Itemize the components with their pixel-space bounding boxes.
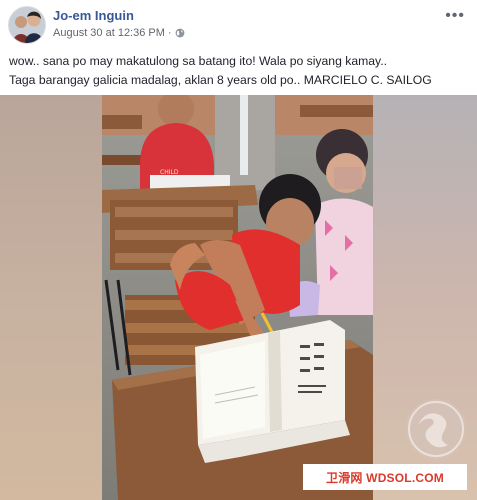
blurred-left-panel [0, 95, 102, 500]
shirt-print-text: CHILD [160, 169, 179, 176]
post-timestamp[interactable]: August 30 at 12:36 PM [53, 27, 165, 39]
watermark-emblem [406, 399, 466, 459]
globe-icon [175, 28, 185, 38]
classroom-photo: CHILD [0, 95, 477, 500]
author-name-link[interactable]: Jo-em Inguin [53, 8, 134, 23]
author-avatar[interactable] [8, 6, 46, 44]
post-photo[interactable]: CHILD [0, 95, 477, 500]
post-text-line: wow.. sana po may makatulong sa batang i… [9, 54, 388, 68]
more-options-button[interactable]: ••• [445, 7, 465, 25]
post-text-line: Taga barangay galicia madalag, aklan 8 y… [9, 73, 432, 87]
meta-separator: · [167, 27, 172, 39]
post-text: wow.. sana po may makatulong sa batang i… [9, 52, 469, 90]
post-header: Jo-em Inguin August 30 at 12:36 PM · ••• [0, 0, 477, 46]
watermark-badge: 卫滑网 WDSOL.COM [303, 464, 467, 490]
post-meta: August 30 at 12:36 PM · [53, 27, 185, 39]
avatar-image [9, 7, 45, 43]
